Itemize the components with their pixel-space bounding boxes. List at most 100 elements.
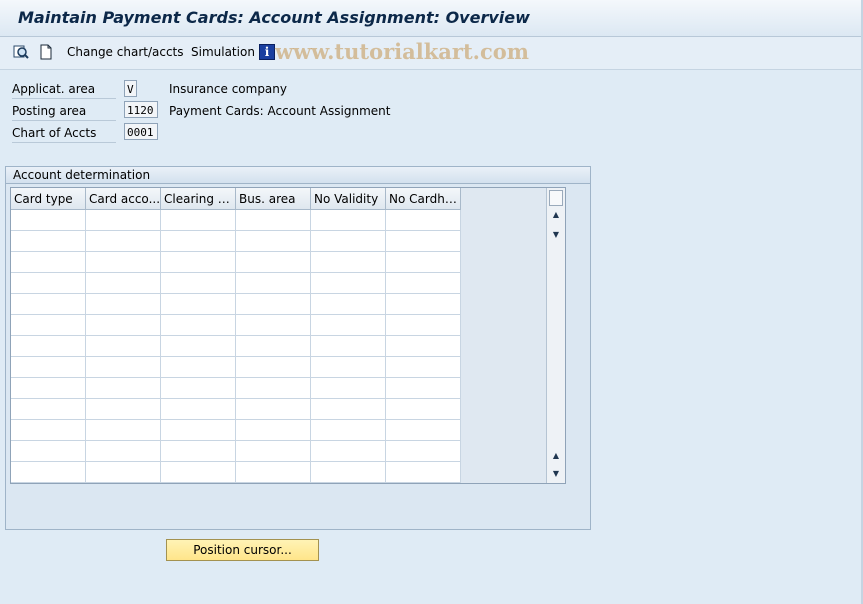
scroll-page-down-icon[interactable]: ▼: [549, 467, 563, 481]
table-cell[interactable]: [11, 399, 86, 420]
table-cell[interactable]: [311, 273, 386, 294]
chart-of-accts-field[interactable]: 0001: [124, 123, 158, 140]
table-cell[interactable]: [11, 294, 86, 315]
table-cell[interactable]: [161, 336, 236, 357]
table-cell[interactable]: [11, 336, 86, 357]
table-cell[interactable]: [11, 252, 86, 273]
table-cell[interactable]: [386, 420, 461, 441]
scroll-page-up-icon[interactable]: ▲: [549, 449, 563, 463]
table-cell[interactable]: [86, 441, 161, 462]
table-cell[interactable]: [236, 378, 311, 399]
table-cell[interactable]: [161, 252, 236, 273]
table-cell[interactable]: [311, 294, 386, 315]
table-cell[interactable]: [311, 441, 386, 462]
table-cell[interactable]: [386, 315, 461, 336]
table-cell[interactable]: [161, 462, 236, 483]
table-cell[interactable]: [236, 420, 311, 441]
table-cell[interactable]: [86, 294, 161, 315]
table-cell[interactable]: [311, 357, 386, 378]
table-cell[interactable]: [386, 462, 461, 483]
column-header[interactable]: Card acco...: [86, 188, 161, 210]
table-row: [11, 378, 461, 399]
table-cell[interactable]: [311, 210, 386, 231]
table-cell[interactable]: [386, 252, 461, 273]
table-cell[interactable]: [311, 399, 386, 420]
table-cell[interactable]: [161, 357, 236, 378]
table-cell[interactable]: [86, 420, 161, 441]
table-cell[interactable]: [161, 399, 236, 420]
change-chart-accts-button[interactable]: Change chart/accts: [67, 45, 184, 59]
column-header[interactable]: No Cardho...: [386, 188, 461, 210]
table-cell[interactable]: [311, 315, 386, 336]
table-cell[interactable]: [11, 231, 86, 252]
table-cell[interactable]: [386, 273, 461, 294]
position-cursor-button[interactable]: Position cursor...: [166, 539, 319, 561]
table-cell[interactable]: [386, 378, 461, 399]
table-cell[interactable]: [311, 378, 386, 399]
table-cell[interactable]: [386, 210, 461, 231]
table-cell[interactable]: [86, 357, 161, 378]
table-cell[interactable]: [11, 210, 86, 231]
table-cell[interactable]: [236, 252, 311, 273]
scroll-up-icon[interactable]: ▲: [549, 208, 563, 222]
table-cell[interactable]: [236, 462, 311, 483]
table-cell[interactable]: [86, 399, 161, 420]
table-cell[interactable]: [11, 378, 86, 399]
table-cell[interactable]: [386, 231, 461, 252]
table-cell[interactable]: [311, 231, 386, 252]
table-cell[interactable]: [386, 294, 461, 315]
column-header[interactable]: Bus. area: [236, 188, 311, 210]
info-icon[interactable]: i: [259, 44, 275, 60]
new-entries-icon[interactable]: [38, 44, 54, 60]
column-header[interactable]: No Validity: [311, 188, 386, 210]
table-cell[interactable]: [11, 357, 86, 378]
table-cell[interactable]: [86, 231, 161, 252]
table-cell[interactable]: [161, 231, 236, 252]
table-cell[interactable]: [86, 252, 161, 273]
table-cell[interactable]: [86, 210, 161, 231]
applicat-area-field[interactable]: V: [124, 80, 137, 97]
table-cell[interactable]: [161, 420, 236, 441]
table-cell[interactable]: [11, 273, 86, 294]
table-cell[interactable]: [86, 315, 161, 336]
find-icon[interactable]: [13, 44, 29, 60]
table-cell[interactable]: [386, 399, 461, 420]
table-cell[interactable]: [86, 378, 161, 399]
table-cell[interactable]: [386, 357, 461, 378]
table-cell[interactable]: [311, 420, 386, 441]
table-cell[interactable]: [386, 441, 461, 462]
table-cell[interactable]: [386, 336, 461, 357]
table-cell[interactable]: [86, 273, 161, 294]
table-cell[interactable]: [161, 315, 236, 336]
table-cell[interactable]: [236, 210, 311, 231]
table-vertical-scrollbar[interactable]: ▲ ▼ ▲ ▼: [546, 188, 565, 483]
table-cell[interactable]: [161, 210, 236, 231]
table-cell[interactable]: [236, 441, 311, 462]
column-header[interactable]: Card type: [11, 188, 86, 210]
table-cell[interactable]: [236, 273, 311, 294]
table-cell[interactable]: [236, 357, 311, 378]
table-cell[interactable]: [11, 420, 86, 441]
simulation-button[interactable]: Simulation: [191, 45, 255, 59]
table-cell[interactable]: [236, 315, 311, 336]
table-cell[interactable]: [86, 336, 161, 357]
table-cell[interactable]: [236, 294, 311, 315]
scroll-down-icon[interactable]: ▼: [549, 228, 563, 242]
table-cell[interactable]: [236, 231, 311, 252]
table-cell[interactable]: [11, 462, 86, 483]
table-cell[interactable]: [161, 294, 236, 315]
column-selector-button[interactable]: [549, 190, 563, 206]
table-cell[interactable]: [311, 252, 386, 273]
table-cell[interactable]: [11, 441, 86, 462]
table-cell[interactable]: [236, 336, 311, 357]
column-header[interactable]: Clearing ac...: [161, 188, 236, 210]
table-cell[interactable]: [161, 378, 236, 399]
table-cell[interactable]: [236, 399, 311, 420]
posting-area-field[interactable]: 1120: [124, 101, 158, 118]
table-cell[interactable]: [86, 462, 161, 483]
table-cell[interactable]: [311, 462, 386, 483]
table-cell[interactable]: [161, 441, 236, 462]
table-cell[interactable]: [311, 336, 386, 357]
table-cell[interactable]: [161, 273, 236, 294]
table-cell[interactable]: [11, 315, 86, 336]
